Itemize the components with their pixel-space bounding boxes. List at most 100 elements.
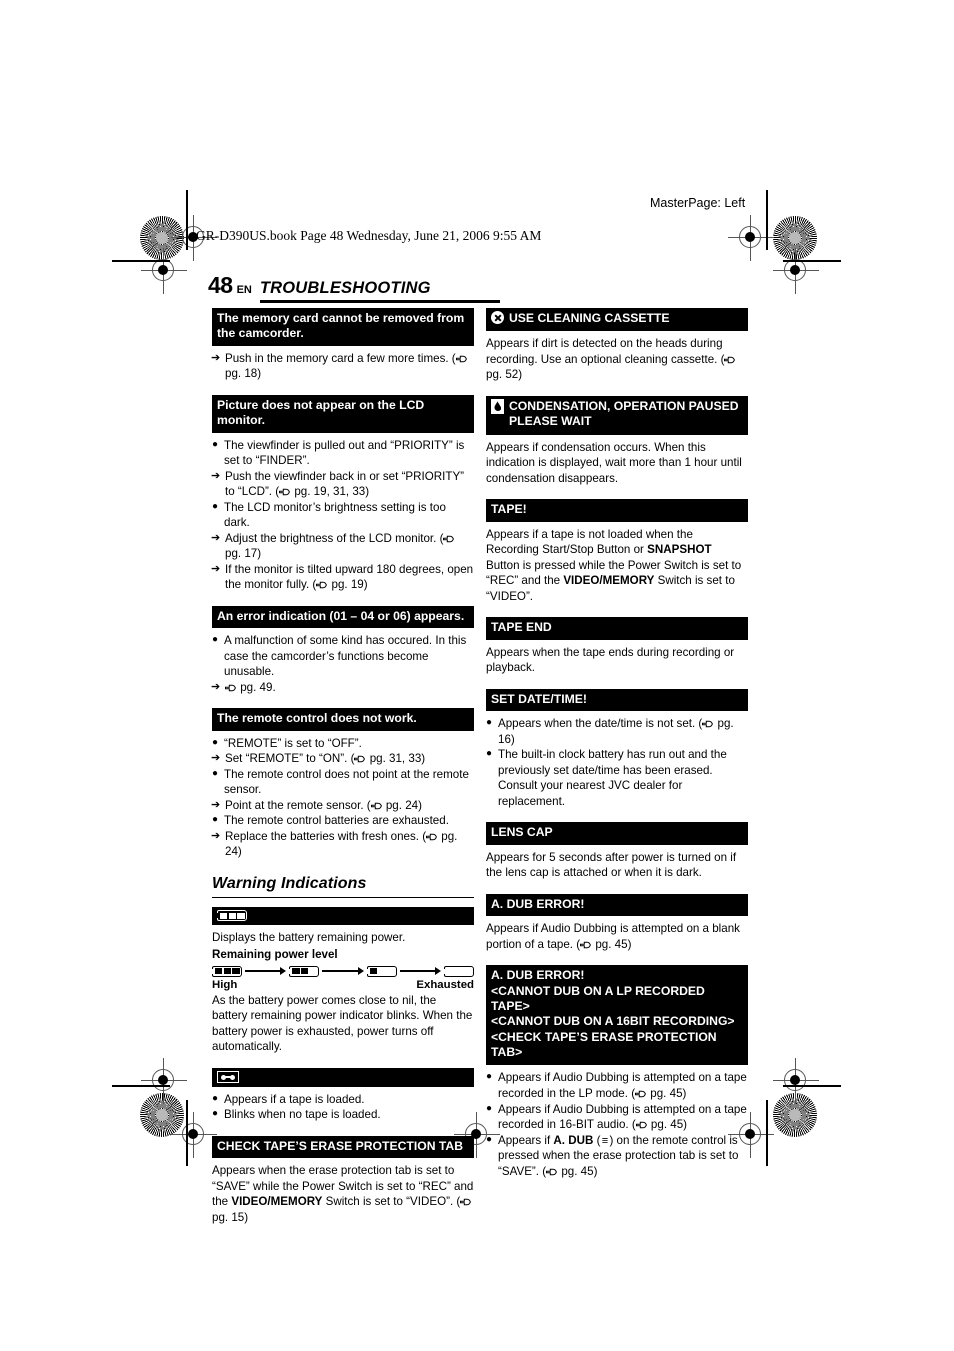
page-reference-icon: [635, 1121, 647, 1129]
battery-two-thirds-icon: [288, 965, 320, 977]
list-item-text: The viewfinder is pulled out and “PRIORI…: [224, 438, 465, 468]
list-item-text: Push in the memory card a few more times…: [225, 352, 468, 380]
list-item: ➔ Push the viewfinder back in or set “PRI…: [211, 469, 474, 500]
warning-description: Appears for 5 seconds after power is tur…: [486, 850, 737, 880]
registration-mark-bottom-left: [171, 1112, 217, 1158]
page-reference-icon: [443, 535, 455, 543]
page-number: 48: [208, 272, 233, 298]
crop-line-right-vertical-bottom: [766, 1100, 768, 1166]
warning-block: A. DUB ERROR! Appears if Audio Dubbing is…: [486, 893, 748, 952]
heading-text-line: <CANNOT DUB ON A LP RECORDED TAPE>: [491, 983, 705, 1013]
list-item-text: Blinks when no tape is loaded.: [224, 1108, 381, 1122]
heading-with-icon: CONDENSATION, OPERATION PAUSED PLEASE WA…: [491, 398, 743, 430]
bullet-marker-icon: ●: [486, 1133, 493, 1145]
list-item: ● Appears if A. DUB (≡) on the remote con…: [486, 1133, 748, 1180]
crop-line-bottom-right: [783, 1085, 841, 1087]
heading-with-icon: [216, 910, 469, 922]
list-item: ● The remote control does not point at th…: [212, 767, 474, 798]
battery-note-text: As the battery power comes close to nil,…: [212, 993, 473, 1054]
list-item: ● A malfunction of some kind has occured.…: [212, 633, 474, 680]
list-item-text: Replace the batteries with fresh ones. (…: [225, 829, 458, 859]
page-header: 48 EN TROUBLESHOOTING: [208, 272, 500, 303]
page-reference-icon: [455, 355, 467, 363]
list-item-text: Point at the remote sensor. ( pg. 24): [225, 798, 422, 812]
arrow-marker-icon: ➔: [211, 469, 221, 482]
page-reference-icon: [460, 1198, 472, 1206]
warning-description: Appears if condensation occurs. When thi…: [486, 440, 742, 485]
instruction-list: ➔ Push in the memory card a few more time…: [211, 351, 474, 382]
emphasis-text: VIDEO/MEMORY: [231, 1195, 323, 1209]
warning-block: TAPE! Appears if a tape is not loaded whe…: [486, 499, 748, 604]
list-item-text: Set “REMOTE” to “ON”. ( pg. 31, 33): [225, 752, 426, 766]
list-item: ● The built-in clock battery has run out …: [486, 747, 748, 809]
bullet-marker-icon: ●: [486, 1071, 493, 1083]
troubleshooting-block: Picture does not appear on the LCD monit…: [211, 394, 474, 593]
page-reference-icon: [580, 941, 592, 949]
page-reference-icon: [635, 1090, 647, 1098]
list-item-text: The remote control batteries are exhaust…: [224, 814, 449, 828]
list-item: ● Appears if a tape is loaded.: [212, 1092, 474, 1108]
crop-line-top-left: [112, 260, 170, 262]
emphasis-text: A. DUB: [553, 1133, 594, 1147]
transition-arrow-icon: [245, 966, 287, 976]
bullet-marker-icon: ●: [212, 736, 219, 748]
battery-empty-icon: [443, 965, 474, 977]
list-item: ● “REMOTE” is set to “OFF”.: [212, 736, 474, 752]
arrow-marker-icon: ➔: [211, 562, 221, 575]
section-divider: [212, 897, 474, 899]
transition-arrow-icon: [322, 966, 364, 976]
bullet-marker-icon: ●: [212, 814, 219, 826]
bullet-marker-icon: ●: [212, 1108, 219, 1120]
arrow-marker-icon: ➔: [211, 829, 221, 842]
page-reference-icon: [354, 755, 366, 763]
bullet-marker-icon: ●: [212, 1092, 219, 1104]
crop-line-right-vertical: [766, 190, 768, 250]
level-label-exhausted: Exhausted: [416, 978, 474, 991]
warning-heading-bar: [212, 1067, 474, 1087]
crop-line-left-vertical-bottom: [186, 1100, 188, 1166]
troubleshooting-block: The remote control does not work. ● “REMOT…: [211, 708, 474, 860]
list-item-text: Appears when the date/time is not set. (…: [498, 717, 734, 746]
arrow-marker-icon: ➔: [211, 351, 221, 364]
warning-heading-bar: USE CLEANING CASSETTE: [486, 308, 748, 332]
warning-heading-bar: A. DUB ERROR! <CANNOT DUB ON A LP RECORDE…: [486, 965, 748, 1066]
warning-heading-bar: Picture does not appear on the LCD monit…: [212, 394, 474, 433]
list-item: ● The viewfinder is pulled out and “PRIOR…: [212, 438, 474, 469]
list-item: ➔ Replace the batteries with fresh ones. …: [211, 829, 474, 860]
warning-description: Appears when the tape ends during record…: [486, 645, 735, 675]
heading-with-icon: USE CLEANING CASSETTE: [491, 311, 743, 326]
crop-line-bottom-left: [112, 1085, 170, 1087]
emphasis-text: VIDEO/MEMORY: [563, 574, 655, 588]
list-item: ● Appears if Audio Dubbing is attempted o…: [486, 1070, 748, 1101]
master-page-label: MasterPage: Left: [650, 196, 746, 210]
emphasis-text: SNAPSHOT: [647, 543, 712, 557]
instruction-list: ● A malfunction of some kind has occured.…: [211, 633, 474, 696]
list-item: ● Appears if Audio Dubbing is attempted o…: [486, 1102, 748, 1133]
page-reference-icon: [546, 1168, 558, 1176]
battery-full-icon: [211, 965, 242, 977]
page-reference-icon: [225, 684, 236, 692]
list-item: ➔ Point at the remote sensor. ( pg. 24): [211, 798, 474, 814]
list-item: ● Appears when the date/time is not set. …: [486, 716, 748, 747]
registration-mark-left: [141, 248, 187, 294]
list-item: ➔ If the monitor is tilted upward 180 deg…: [211, 562, 474, 593]
warning-block: LENS CAP Appears for 5 seconds after powe…: [486, 822, 748, 880]
warning-heading-bar: A. DUB ERROR!: [486, 893, 748, 917]
heading-text-line: <CHECK TAPE’S ERASE PROTECTION TAB>: [491, 1029, 717, 1060]
list-item: ➔ Push in the memory card a few more time…: [211, 351, 474, 382]
battery-icon: [216, 910, 247, 922]
warning-heading-bar: TAPE END: [486, 617, 748, 640]
list-item-text: Appears if A. DUB (≡) on the remote cont…: [498, 1133, 739, 1178]
instruction-list: ● Appears when the date/time is not set. …: [486, 716, 748, 809]
warning-heading-bar: CONDENSATION, OPERATION PAUSED PLEASE WA…: [486, 395, 748, 435]
bullet-marker-icon: ●: [486, 717, 493, 729]
instruction-list: ● The viewfinder is pulled out and “PRIOR…: [211, 438, 474, 593]
battery-level-sequence: [211, 965, 474, 977]
troubleshooting-block: An error indication (01 – 04 or 06) appe…: [211, 605, 474, 696]
tape-cassette-icon: [217, 1070, 239, 1083]
bullet-marker-icon: ●: [212, 634, 219, 646]
warning-heading-bar: SET DATE/TIME!: [486, 688, 748, 712]
list-item-text: Appears if Audio Dubbing is attempted on…: [498, 1102, 747, 1132]
crop-line-left-vertical: [186, 190, 188, 250]
list-item: ➔ pg. 49.: [211, 680, 474, 696]
